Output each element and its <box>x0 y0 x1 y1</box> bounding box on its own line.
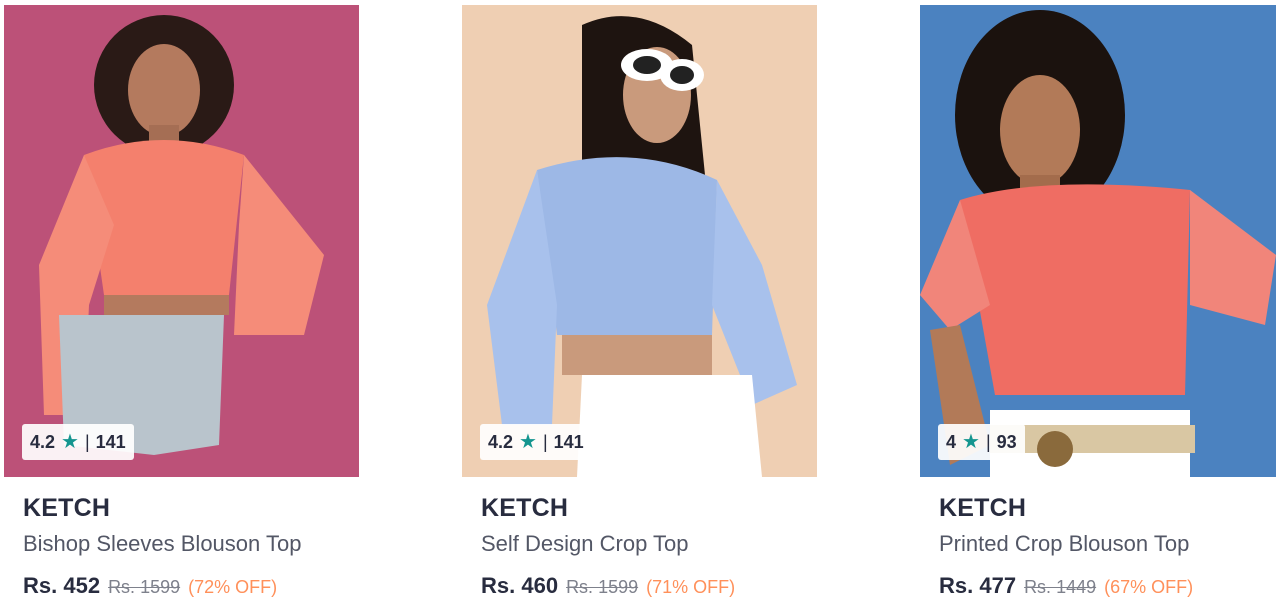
rating-value: 4 <box>946 431 957 452</box>
product-card[interactable]: 4 ★ | 93 KETCH Printed Crop Blouson Top … <box>920 0 1280 608</box>
star-icon: ★ <box>519 431 537 453</box>
mrp-price: Rs. 1449 <box>1024 577 1097 597</box>
selling-price: Rs. 477 <box>939 573 1017 598</box>
rating-value: 4.2 <box>488 431 514 452</box>
star-icon: ★ <box>61 431 79 453</box>
rating-count: 93 <box>996 431 1017 452</box>
rating-separator: | <box>542 431 548 452</box>
discount-label: (67% OFF) <box>1104 577 1194 597</box>
selling-price: Rs. 460 <box>481 573 559 598</box>
product-name[interactable]: Printed Crop Blouson Top <box>939 531 1189 557</box>
product-image[interactable]: 4.2 ★ | 141 <box>462 5 817 477</box>
price-row: Rs. 477 Rs. 1449 (67% OFF) <box>939 573 1193 599</box>
rating-separator: | <box>985 431 991 452</box>
product-card[interactable]: 4.2 ★ | 141 KETCH Bishop Sleeves Blouson… <box>4 0 364 608</box>
product-name[interactable]: Self Design Crop Top <box>481 531 689 557</box>
mrp-price: Rs. 1599 <box>566 577 639 597</box>
product-image[interactable]: 4 ★ | 93 <box>920 5 1276 477</box>
discount-label: (71% OFF) <box>646 577 736 597</box>
product-photo <box>4 5 359 477</box>
product-photo <box>920 5 1276 477</box>
rating-count: 141 <box>553 431 584 452</box>
price-row: Rs. 452 Rs. 1599 (72% OFF) <box>23 573 277 599</box>
price-row: Rs. 460 Rs. 1599 (71% OFF) <box>481 573 735 599</box>
brand-name[interactable]: KETCH <box>939 494 1026 523</box>
star-icon: ★ <box>962 431 980 453</box>
selling-price: Rs. 452 <box>23 573 101 598</box>
product-photo <box>462 5 817 477</box>
product-image[interactable]: 4.2 ★ | 141 <box>4 5 359 477</box>
brand-name[interactable]: KETCH <box>481 494 568 523</box>
product-name[interactable]: Bishop Sleeves Blouson Top <box>23 531 301 557</box>
mrp-price: Rs. 1599 <box>108 577 181 597</box>
discount-label: (72% OFF) <box>188 577 278 597</box>
brand-name[interactable]: KETCH <box>23 494 110 523</box>
rating-count: 141 <box>95 431 126 452</box>
rating-badge: 4.2 ★ | 141 <box>480 424 592 460</box>
rating-separator: | <box>84 431 90 452</box>
product-card[interactable]: 4.2 ★ | 141 KETCH Self Design Crop Top R… <box>462 0 822 608</box>
rating-badge: 4 ★ | 93 <box>938 424 1025 460</box>
rating-value: 4.2 <box>30 431 56 452</box>
rating-badge: 4.2 ★ | 141 <box>22 424 134 460</box>
